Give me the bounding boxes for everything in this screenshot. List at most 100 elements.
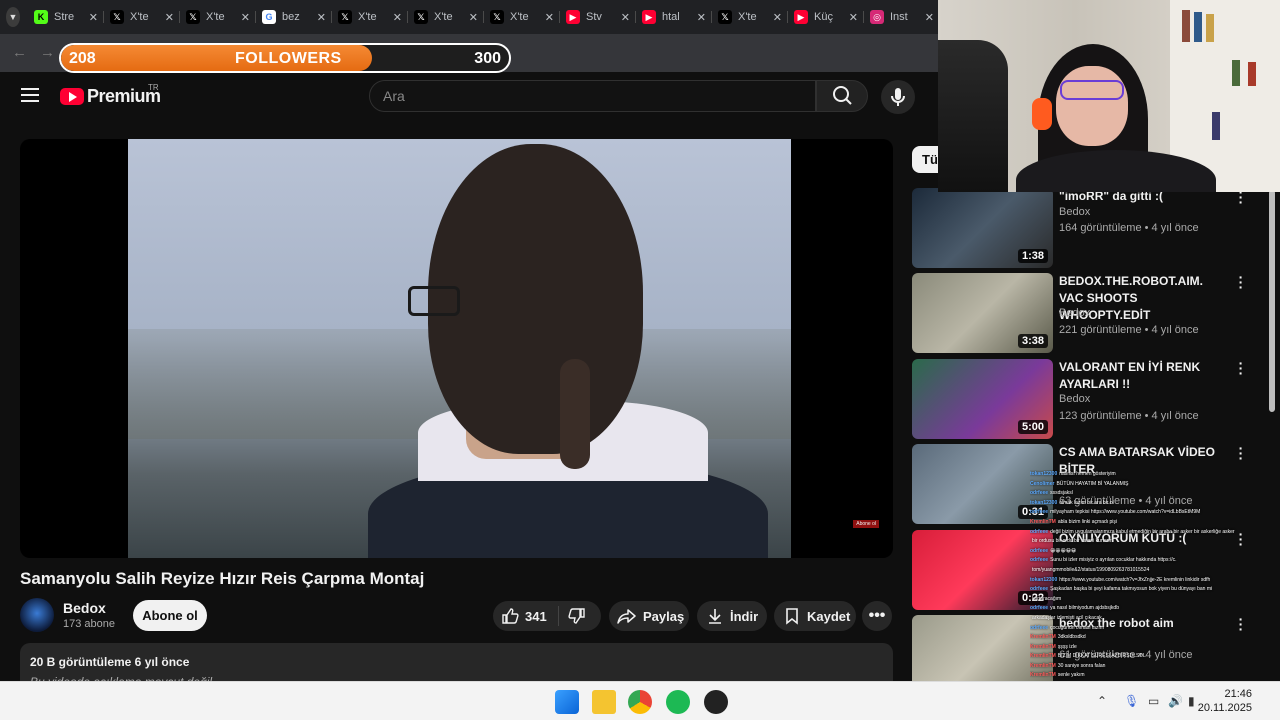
chat-message: odrfeee milyayham tepkisi https://www.you…: [1030, 508, 1270, 518]
chat-text: nasıllsı hemen gösteriyim: [1059, 471, 1116, 477]
tab-title: X'te: [510, 11, 529, 23]
browser-tab[interactable]: 𝕏 X'te ✕: [712, 4, 788, 30]
more-vertical-icon[interactable]: · · ·: [1238, 270, 1244, 294]
video-player[interactable]: Abone ol: [20, 139, 893, 558]
youtube-play-icon: [60, 88, 84, 105]
system-clock[interactable]: 21:46 20.11.2025: [1198, 687, 1252, 715]
download-label: İndir: [730, 608, 759, 624]
tray-microphone-icon[interactable]: 🎙: [1124, 694, 1139, 708]
tab-title: Stre: [54, 11, 75, 23]
browser-tab[interactable]: ▶ Küç ✕: [788, 4, 864, 30]
tray-chevron-up-icon[interactable]: ⌃: [1097, 694, 1107, 708]
tab-close-icon[interactable]: ✕: [165, 11, 174, 24]
chrome-icon[interactable]: [628, 690, 652, 714]
share-button[interactable]: Paylaş: [609, 601, 689, 631]
screen: { "browser": { "tabs": [ {"title": "Stre…: [0, 0, 1280, 720]
recommended-video-channel[interactable]: Bedox: [1059, 307, 1090, 319]
recommended-video[interactable]: 1:38 "imoRR" da gitti :(Bedox 164 görüntül…: [912, 185, 1262, 268]
thumbs-down-icon: [568, 608, 585, 624]
followers-current: 208: [69, 50, 96, 67]
search-button[interactable]: [816, 80, 868, 112]
more-vertical-icon[interactable]: · · ·: [1238, 356, 1244, 380]
recommended-video-title[interactable]: VALORANT EN İYİ RENK AYARLARI !!: [1059, 359, 1229, 393]
spotify-icon[interactable]: [666, 690, 690, 714]
browser-tab[interactable]: ▶ Stv ✕: [560, 4, 636, 30]
chat-username: tokan12300: [1030, 499, 1058, 506]
browser-tab[interactable]: 𝕏 X'te ✕: [408, 4, 484, 30]
tab-close-icon[interactable]: ✕: [545, 11, 554, 24]
recommended-video[interactable]: 3:38 BEDOX.THE.ROBOT.AIM. VAC SHOOTS WHOO…: [912, 270, 1262, 353]
x-logo-icon: 𝕏: [414, 10, 428, 24]
recommended-video-channel[interactable]: Bedox: [1059, 206, 1090, 218]
tab-close-icon[interactable]: ✕: [241, 11, 250, 24]
chat-message: tokan12300 https://www.youtube.com/watch?…: [1030, 576, 1270, 586]
windows-taskbar: ⌃ 🎙 ▭ 🔊 ▮ 21:46 20.11.2025: [0, 681, 1280, 720]
recommended-video-channel[interactable]: Bedox: [1059, 393, 1090, 405]
browser-tab[interactable]: 𝕏 X'te ✕: [484, 4, 560, 30]
channel-name[interactable]: Bedox: [63, 600, 106, 616]
browser-tab[interactable]: 𝕏 X'te ✕: [180, 4, 256, 30]
chat-username: odrfeee: [1030, 528, 1049, 535]
more-horizontal-icon: •••: [868, 607, 886, 624]
tab-close-icon[interactable]: ✕: [925, 11, 934, 24]
recommended-video-meta: 123 görüntüleme • 4 yıl önce: [1059, 410, 1199, 422]
tab-title: X'te: [434, 11, 453, 23]
video-subscribe-watermark[interactable]: Abone ol: [853, 520, 879, 528]
chat-message: arkadaşlar izlemişti acil çıkacak: [1030, 614, 1270, 624]
chat-username: tokan12300: [1030, 471, 1058, 477]
app-icon[interactable]: [704, 690, 728, 714]
file-explorer-icon[interactable]: [592, 690, 616, 714]
chat-message: KremlinTM BİZİM DİKKAT SÜRESİ AZDIRSDLSDL: [1030, 652, 1270, 662]
recommended-video[interactable]: 5:00 VALORANT EN İYİ RENK AYARLARI !! Bedo…: [912, 356, 1262, 439]
tab-search-icon[interactable]: ▼: [6, 7, 20, 27]
chat-message: odrfeee çocuğunun olması lazım: [1030, 624, 1270, 634]
tab-title: Küç: [814, 11, 833, 23]
browser-tab[interactable]: ▶ htal ✕: [636, 4, 712, 30]
volume-icon[interactable]: 🔊: [1168, 694, 1183, 708]
like-button[interactable]: 341: [493, 606, 559, 626]
youtube-premium-logo[interactable]: Premium TR: [60, 83, 161, 107]
download-button[interactable]: İndir: [697, 601, 767, 631]
more-actions-button[interactable]: •••: [862, 601, 892, 631]
tab-close-icon[interactable]: ✕: [697, 11, 706, 24]
more-vertical-icon[interactable]: · · ·: [1238, 185, 1244, 209]
chat-username: odrfeee: [1030, 490, 1049, 497]
chat-text: kurtaracağım: [1032, 595, 1062, 602]
menu-icon[interactable]: [21, 88, 39, 102]
browser-tab[interactable]: K Stre ✕: [28, 4, 104, 30]
tab-close-icon[interactable]: ✕: [393, 11, 402, 24]
search-input[interactable]: Ara: [369, 80, 816, 112]
subscribe-button[interactable]: Abone ol: [133, 600, 207, 631]
tab-close-icon[interactable]: ✕: [773, 11, 782, 24]
tab-close-icon[interactable]: ✕: [849, 11, 858, 24]
tab-close-icon[interactable]: ✕: [89, 11, 98, 24]
dislike-button[interactable]: [559, 607, 586, 625]
like-count: 341: [525, 608, 547, 624]
more-vertical-icon[interactable]: · · ·: [1238, 441, 1244, 465]
tab-close-icon[interactable]: ✕: [621, 11, 630, 24]
chat-username: tokan12300: [1030, 576, 1058, 583]
recommended-video-meta: 164 görüntüleme • 4 yıl önce: [1059, 222, 1199, 234]
back-icon[interactable]: ←: [12, 44, 27, 61]
tab-title: X'te: [130, 11, 149, 23]
x-logo-icon: 𝕏: [718, 10, 732, 24]
tab-close-icon[interactable]: ✕: [317, 11, 326, 24]
browser-tab[interactable]: ◎ Inst ✕: [864, 4, 940, 30]
chat-username: odrfeee: [1030, 605, 1049, 612]
tab-close-icon[interactable]: ✕: [469, 11, 478, 24]
tab-title: htal: [662, 11, 680, 23]
browser-tab[interactable]: 𝕏 X'te ✕: [104, 4, 180, 30]
browser-tab[interactable]: 𝕏 X'te ✕: [332, 4, 408, 30]
video-thumbnail[interactable]: 1:38: [912, 188, 1053, 268]
channel-avatar[interactable]: [20, 598, 54, 632]
battery-icon[interactable]: ▮: [1188, 694, 1195, 708]
save-button[interactable]: Kaydet: [774, 601, 856, 631]
voice-search-button[interactable]: [881, 80, 915, 114]
video-thumbnail[interactable]: 5:00: [912, 359, 1053, 439]
video-thumbnail[interactable]: 3:38: [912, 273, 1053, 353]
scrollbar[interactable]: [1269, 190, 1275, 412]
browser-tab[interactable]: Gbez ✕: [256, 4, 332, 30]
network-icon[interactable]: ▭: [1148, 694, 1159, 708]
forward-icon[interactable]: →: [40, 44, 55, 61]
start-menu-icon[interactable]: [555, 690, 579, 714]
